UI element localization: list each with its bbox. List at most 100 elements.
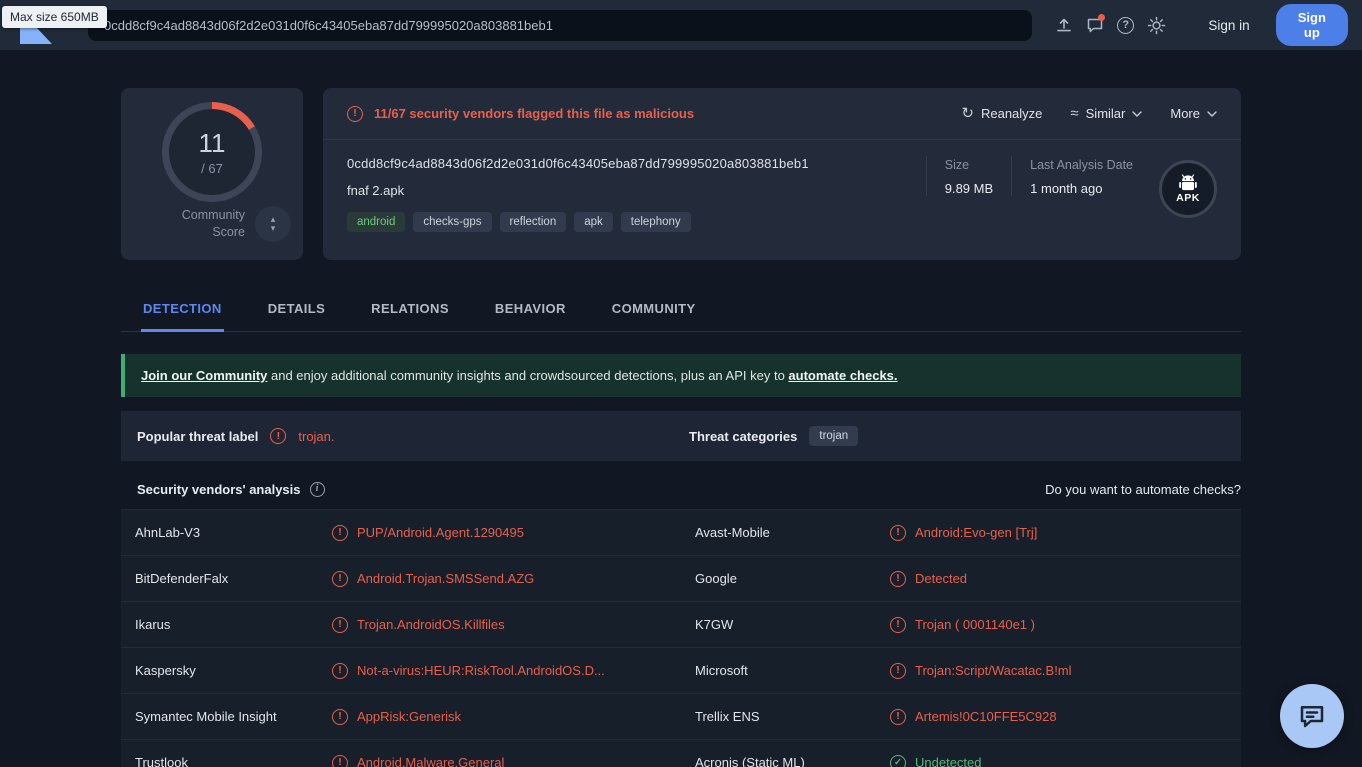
comments-icon[interactable]: [1083, 12, 1106, 38]
upload-icon[interactable]: [1052, 12, 1075, 38]
similar-button[interactable]: ≈ Similar: [1070, 105, 1143, 122]
result-text: Detected: [915, 571, 968, 586]
more-label: More: [1170, 106, 1200, 121]
alert-icon: [332, 708, 348, 725]
analysis-title-group: Security vendors' analysis: [137, 481, 325, 497]
date-label: Last Analysis Date: [1030, 158, 1133, 172]
vendor-name: Ikarus: [135, 617, 171, 632]
help-icon[interactable]: ?: [1114, 12, 1137, 38]
vendor-result: Android.Trojan.SMSSend.AZG: [332, 570, 695, 587]
topbar-actions: ? Sign in Sign up: [1052, 4, 1348, 46]
file-main: 0cdd8cf9c4ad8843d06f2d2e031d0f6c43405eba…: [347, 156, 908, 232]
vendor-name: Symantec Mobile Insight: [135, 709, 277, 724]
file-name[interactable]: fnaf 2.apk: [347, 183, 908, 198]
alert-icon: [332, 570, 348, 587]
banner-text: and enjoy additional community insights …: [267, 368, 789, 383]
file-hash[interactable]: 0cdd8cf9c4ad8843d06f2d2e031d0f6c43405eba…: [347, 156, 908, 171]
community-score-label: Community Score: [181, 208, 245, 239]
vendor-result: PUP/Android.Agent.1290495: [332, 524, 695, 541]
join-community-link[interactable]: Join our Community: [141, 368, 267, 383]
vendor-name: AhnLab-V3: [135, 525, 201, 540]
tab-detection[interactable]: DETECTION: [141, 290, 224, 332]
result-text: Android.Trojan.SMSSend.AZG: [357, 571, 535, 586]
alert-icon: [270, 428, 287, 444]
tag-checks-gps[interactable]: checks-gps: [413, 212, 492, 232]
analysis-title: Security vendors' analysis: [137, 481, 301, 497]
vendor-result: Not-a-virus:HEUR:RiskTool.AndroidOS.D...: [332, 662, 695, 679]
vendor-result: Detected: [890, 570, 1241, 587]
vendor-name: Trustlook: [135, 755, 188, 767]
threat-categories: Threat categories trojan: [689, 426, 859, 446]
info-icon[interactable]: [309, 481, 325, 497]
size-value: 9.89 MB: [944, 181, 994, 196]
sign-in-link[interactable]: Sign in: [1208, 18, 1249, 33]
vendor-name: Kaspersky: [135, 663, 196, 678]
threat-category-tag[interactable]: trojan: [809, 426, 859, 446]
vendor-name: Microsoft: [695, 663, 748, 678]
date-value: 1 month ago: [1030, 181, 1103, 196]
file-type-label: APK: [1176, 192, 1200, 204]
automate-checks-prompt[interactable]: Do you want to automate checks?: [1045, 482, 1241, 497]
more-button[interactable]: More: [1170, 106, 1217, 121]
analysis-header: Security vendors' analysis Do you want t…: [121, 469, 1241, 509]
vendor-result: Artemis!0C10FFE5C928: [890, 708, 1241, 725]
community-banner: Join our Community and enjoy additional …: [121, 354, 1241, 397]
alert-icon: [332, 754, 348, 767]
tag-reflection[interactable]: reflection: [499, 212, 567, 232]
tag-android[interactable]: android: [347, 212, 406, 232]
vendor-name: Trellix ENS: [695, 709, 760, 724]
alert-icon: [332, 524, 348, 541]
tag-telephony[interactable]: telephony: [620, 212, 691, 232]
vendor-name: K7GW: [695, 617, 734, 632]
tag-apk[interactable]: apk: [574, 212, 613, 232]
check-icon: [890, 754, 906, 767]
result-text: Trojan ( 0001140e1 ): [915, 617, 1035, 632]
reanalyze-icon: ↻: [961, 105, 974, 122]
notification-dot: [1098, 14, 1106, 21]
alert-icon: [890, 524, 906, 541]
vendor-name: Avast-Mobile: [695, 525, 770, 540]
vendor-result: Android.Malware.General: [332, 754, 695, 767]
table-row: AhnLab-V3 PUP/Android.Agent.1290495 Avas…: [121, 510, 1241, 556]
vendor-result: Undetected: [890, 754, 1241, 767]
result-text: Artemis!0C10FFE5C928: [915, 709, 1057, 724]
theme-toggle-icon[interactable]: [1145, 12, 1168, 38]
vendor-result: Trojan:Script/Wacatac.B!ml: [890, 662, 1241, 679]
help-question-glyph: ?: [1117, 16, 1135, 34]
table-row: Kaspersky Not-a-virus:HEUR:RiskTool.Andr…: [121, 648, 1241, 694]
header-actions: ↻ Reanalyze ≈ Similar More: [961, 106, 1217, 121]
size-label: Size: [944, 158, 970, 172]
tab-relations[interactable]: RELATIONS: [369, 290, 451, 332]
alert-icon: [347, 105, 363, 122]
result-text: Not-a-virus:HEUR:RiskTool.AndroidOS.D...: [357, 663, 605, 678]
tab-community[interactable]: COMMUNITY: [610, 290, 698, 332]
community-vote-widget[interactable]: ▴ ▾: [255, 206, 291, 242]
result-text: AppRisk:Generisk: [357, 709, 462, 724]
detection-score-donut: 11 / 67: [162, 102, 262, 202]
result-text: Undetected: [915, 755, 982, 767]
search-input[interactable]: [88, 9, 1032, 41]
threat-categories-title: Threat categories: [689, 428, 798, 444]
table-row: BitDefenderFalx Android.Trojan.SMSSend.A…: [121, 556, 1241, 602]
automate-checks-link[interactable]: automate checks.: [788, 368, 897, 383]
vendor-result: Android:Evo-gen [Trj]: [890, 524, 1241, 541]
tab-details[interactable]: DETAILS: [266, 290, 327, 332]
detection-score-card: 11 / 67 Community Score ▴ ▾: [121, 88, 303, 260]
table-row: Symantec Mobile Insight AppRisk:Generisk…: [121, 694, 1241, 740]
tab-behavior[interactable]: BEHAVIOR: [493, 290, 568, 332]
result-text: PUP/Android.Agent.1290495: [357, 525, 524, 540]
chat-fab-button[interactable]: [1280, 684, 1344, 748]
vote-down-icon[interactable]: ▾: [271, 223, 276, 233]
analysis-date-column: Last Analysis Date 1 month ago: [1011, 156, 1133, 196]
alert-icon: [332, 662, 348, 679]
chevron-down-icon: [1207, 110, 1217, 117]
reanalyze-button[interactable]: ↻ Reanalyze: [961, 106, 1042, 121]
table-row: Trustlook Android.Malware.General Acroni…: [121, 740, 1241, 767]
sign-up-button[interactable]: Sign up: [1275, 4, 1348, 46]
threat-label-title: Popular threat label: [137, 428, 259, 444]
result-text: Trojan:Script/Wacatac.B!ml: [915, 663, 1072, 678]
result-text: Trojan.AndroidOS.Killfiles: [357, 617, 505, 632]
file-body: 0cdd8cf9c4ad8843d06f2d2e031d0f6c43405eba…: [323, 140, 1241, 232]
flag-row: 11/67 security vendors flagged this file…: [323, 88, 1241, 140]
similar-icon: ≈: [1070, 105, 1079, 122]
